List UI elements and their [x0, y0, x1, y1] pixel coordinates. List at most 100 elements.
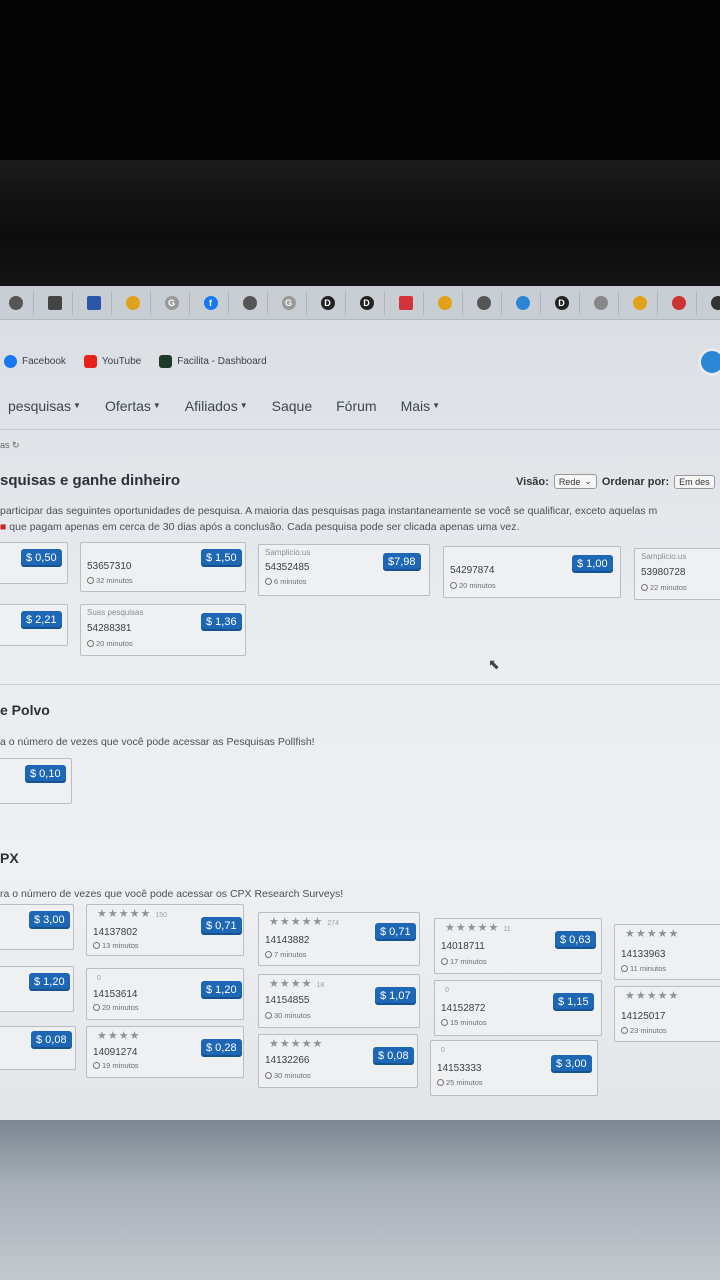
tab-favicon[interactable]: G	[277, 290, 307, 315]
nav-mais[interactable]: Mais ▼	[401, 398, 440, 414]
survey-card[interactable]: ★★★★★ 274 14143882 7 minutos $ 0,71	[258, 912, 420, 966]
nav-pesquisas[interactable]: pesquisas ▼	[8, 398, 81, 414]
visao-select[interactable]: Rede ⌄	[553, 474, 597, 489]
price-button[interactable]: $ 3,00	[29, 911, 70, 929]
survey-card[interactable]: $ 0,50	[0, 542, 68, 584]
tab-favicon[interactable]	[43, 290, 73, 315]
clock-icon	[265, 951, 272, 958]
nav-forum[interactable]: Fórum	[336, 398, 376, 414]
price-button[interactable]: $ 3,00	[551, 1055, 592, 1073]
browser-tab-strip: G f G D D D	[0, 286, 720, 320]
caret-down-icon: ▼	[152, 401, 161, 410]
tab-favicon[interactable]	[628, 290, 658, 315]
survey-card[interactable]: 0 14152872 15 minutos $ 1,15	[434, 980, 602, 1036]
price-button[interactable]: $ 0,71	[201, 917, 242, 935]
price-button[interactable]: $ 1,20	[201, 981, 242, 999]
clock-icon	[621, 965, 628, 972]
polvo-title: e Polvo	[0, 702, 50, 718]
price-button[interactable]: $ 0,63	[555, 931, 596, 949]
clock-icon	[621, 1027, 628, 1034]
survey-card[interactable]: ★★★★★ 150 14137802 13 minutos $ 0,71	[86, 904, 244, 956]
survey-card[interactable]: Samplicio.us 53980728 22 minutos	[634, 548, 720, 600]
price-button[interactable]: $ 0,08	[31, 1031, 72, 1049]
nav-ofertas[interactable]: Ofertas ▼	[105, 398, 161, 414]
price-button[interactable]: $ 1,15	[553, 993, 594, 1011]
survey-card[interactable]: ★★★★★ 14125017 23 minutos	[614, 986, 720, 1042]
nav-afiliados[interactable]: Afiliados ▼	[185, 398, 248, 414]
tab-favicon[interactable]: G	[160, 290, 190, 315]
flag-icon: ■	[0, 521, 10, 533]
tab-favicon[interactable]: D	[550, 290, 580, 315]
section-divider	[0, 684, 720, 685]
rating-stars: ★★★★★ 150	[97, 908, 168, 920]
tab-favicon[interactable]	[121, 290, 151, 315]
polvo-description: a o número de vezes que você pode acessa…	[0, 736, 315, 748]
breadcrumb: as ↻	[0, 440, 20, 450]
tab-favicon[interactable]	[667, 290, 697, 315]
profile-avatar-icon[interactable]	[698, 348, 720, 376]
survey-card[interactable]: Samplicio.us 54352485 6 minutos $7,98	[258, 544, 430, 596]
survey-card[interactable]: ★★★★ 18 14154855 30 minutos $ 1,07	[258, 974, 420, 1028]
tab-favicon[interactable]	[433, 290, 463, 315]
tab-favicon[interactable]	[706, 291, 720, 315]
price-button[interactable]: $7,98	[383, 553, 421, 571]
price-button[interactable]: $ 1,50	[201, 549, 242, 567]
clock-icon	[87, 640, 94, 647]
tab-favicon[interactable]	[589, 290, 619, 315]
clock-icon	[441, 1019, 448, 1026]
price-button[interactable]: $ 1,00	[572, 555, 613, 573]
nav-saque[interactable]: Saque	[272, 398, 312, 414]
ordenar-select[interactable]: Em des	[674, 474, 715, 489]
price-button[interactable]: $ 1,20	[29, 973, 70, 991]
clock-icon	[87, 577, 94, 584]
survey-card[interactable]: ★★★★ 14091274 19 minutos $ 0,28	[86, 1026, 244, 1078]
survey-card[interactable]: $ 1,20	[0, 966, 74, 1012]
tab-favicon[interactable]: D	[316, 290, 346, 315]
tab-favicon[interactable]: D	[355, 290, 385, 315]
refresh-icon[interactable]: ↻	[12, 440, 20, 450]
survey-card[interactable]: 54297874 20 minutos $ 1,00	[443, 546, 621, 598]
clock-icon	[437, 1079, 444, 1086]
bookmark-facebook[interactable]: Facebook	[4, 354, 66, 368]
bookmark-facilita[interactable]: Facilita - Dashboard	[159, 354, 267, 368]
survey-card[interactable]: ★★★★★ 11 14018711 17 minutos $ 0,63	[434, 918, 602, 974]
facebook-icon	[4, 354, 17, 368]
caret-down-icon: ▼	[73, 401, 81, 410]
bookmark-youtube[interactable]: YouTube	[83, 354, 141, 368]
tab-favicon[interactable]	[238, 290, 268, 315]
monitor-bezel	[0, 160, 720, 286]
rating-stars: ★★★★ 18	[269, 978, 325, 990]
survey-card[interactable]: Suas pesquisas 54288381 20 minutos $ 1,3…	[80, 604, 246, 656]
tab-favicon[interactable]	[394, 290, 424, 315]
rating-stars: ★★★★★	[625, 928, 680, 940]
rating-stars: ★★★★★ 11	[445, 922, 511, 934]
cpx-description: ra o número de vezes que você pode acess…	[0, 888, 344, 900]
clock-icon	[265, 1072, 272, 1079]
price-button[interactable]: $ 0,28	[201, 1039, 242, 1057]
price-button[interactable]: $ 1,07	[375, 987, 416, 1005]
price-button[interactable]: $ 0,08	[373, 1047, 414, 1065]
photo-dark-top	[0, 0, 720, 160]
survey-card[interactable]: $ 3,00	[0, 904, 74, 950]
survey-card[interactable]: $ 2,21	[0, 604, 68, 646]
page-title: squisas e ganhe dinheiro	[0, 472, 181, 489]
price-button[interactable]: $ 0,10	[25, 765, 66, 783]
rating-stars: 0	[441, 1047, 445, 1054]
tab-favicon[interactable]: f	[199, 290, 229, 315]
tab-favicon[interactable]	[82, 290, 112, 315]
price-button[interactable]: $ 0,71	[375, 923, 416, 941]
survey-card[interactable]: ★★★★★ 14132266 30 minutos $ 0,08	[258, 1034, 418, 1088]
survey-card[interactable]: 0 14153614 20 minutos $ 1,20	[86, 968, 244, 1020]
rating-stars: ★★★★★	[269, 1038, 324, 1050]
survey-card[interactable]: 0 14153333 25 minutos $ 3,00	[430, 1040, 598, 1096]
price-button[interactable]: $ 1,36	[201, 613, 242, 631]
tab-favicon[interactable]	[511, 290, 541, 315]
survey-card[interactable]: $ 0,10	[0, 758, 72, 804]
tab-favicon[interactable]	[4, 290, 34, 315]
survey-card[interactable]: 53657310 32 minutos $ 1,50	[80, 542, 246, 592]
price-button[interactable]: $ 0,50	[21, 549, 62, 567]
survey-card[interactable]: $ 0,08	[0, 1026, 76, 1070]
price-button[interactable]: $ 2,21	[21, 611, 62, 629]
tab-favicon[interactable]	[472, 290, 502, 315]
survey-card[interactable]: ★★★★★ 14133963 11 minutos	[614, 924, 720, 980]
